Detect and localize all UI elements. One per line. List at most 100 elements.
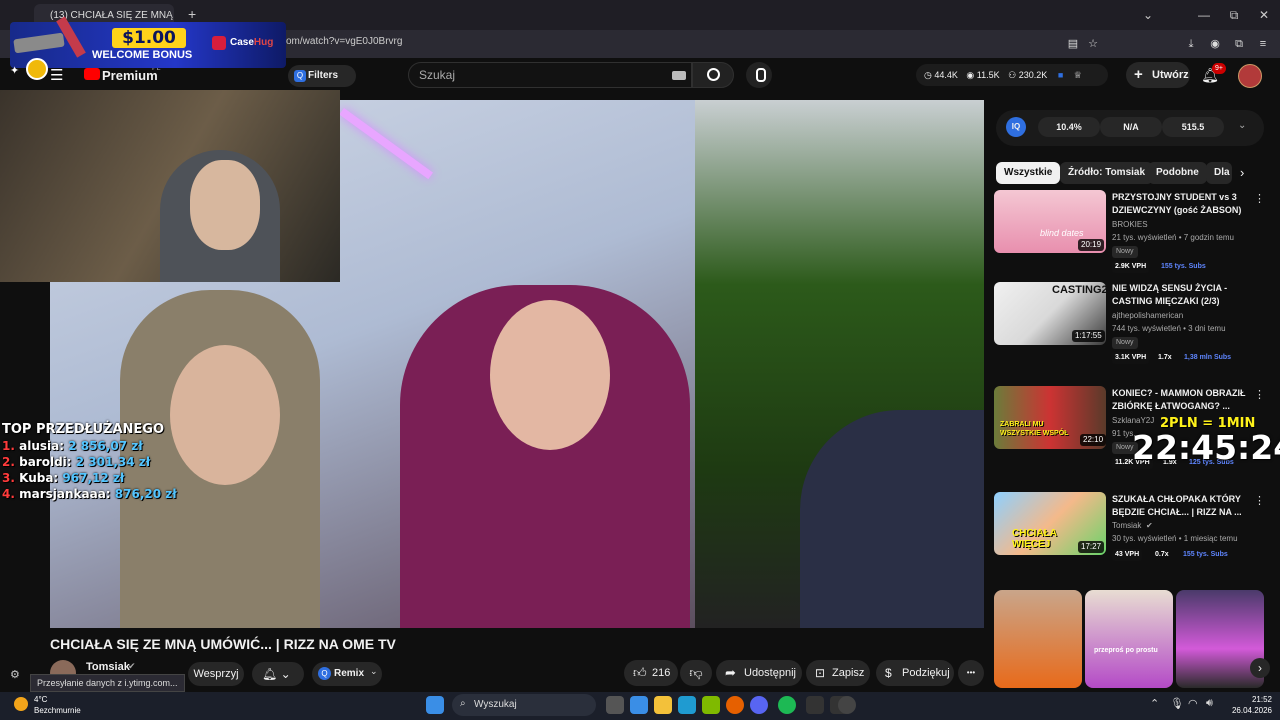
short-thumbnail[interactable] bbox=[1085, 590, 1173, 688]
shorts-next-chevron-icon[interactable]: › bbox=[1250, 658, 1270, 678]
download-icon[interactable]: ⤓ bbox=[1182, 35, 1200, 53]
share-button[interactable]: ➦ Udostępnij bbox=[716, 660, 802, 686]
close-button[interactable]: ✕ bbox=[1250, 4, 1278, 26]
subscription-bell-button[interactable]: 🔔︎ ⌄ bbox=[252, 662, 304, 686]
hamburger-menu-icon[interactable]: ☰ bbox=[50, 66, 63, 84]
like-count: 216 bbox=[652, 667, 671, 679]
taskbar-search[interactable]: Wyszukaj bbox=[452, 694, 596, 716]
task-view-icon[interactable] bbox=[606, 696, 624, 714]
search-icon bbox=[707, 68, 720, 81]
save-button[interactable]: ⊡ Zapisz bbox=[806, 660, 870, 686]
keyboard-icon[interactable] bbox=[672, 71, 686, 80]
firefox-icon[interactable] bbox=[726, 696, 744, 714]
video-channel[interactable]: Tomsiak bbox=[1112, 521, 1141, 530]
clock-icon: ◷ bbox=[924, 70, 932, 80]
windows-start-icon[interactable] bbox=[426, 696, 444, 714]
discord-icon[interactable] bbox=[750, 696, 768, 714]
store-icon[interactable] bbox=[702, 696, 720, 714]
subs-stat: 155 tys. Subs bbox=[1183, 551, 1228, 558]
more-actions-button[interactable]: ••• bbox=[958, 660, 984, 686]
more-options-icon[interactable]: ⋮ bbox=[1254, 494, 1265, 507]
dislike-button[interactable]: 👎︎ bbox=[680, 660, 712, 686]
browser-status-text: Przesyłanie danych z i.ytimg.com... bbox=[30, 674, 185, 692]
reader-icon[interactable]: ▤ bbox=[1064, 35, 1082, 53]
account-icon[interactable]: ◉ bbox=[1206, 35, 1224, 53]
video-title[interactable]: SZUKAŁA CHŁOPAKA KTÓRY BĘDZIE CHCIAŁ... … bbox=[1112, 493, 1248, 519]
search-input[interactable]: Szukaj bbox=[408, 62, 692, 88]
minimize-button[interactable]: — bbox=[1190, 4, 1218, 26]
youtube-logo-icon[interactable] bbox=[84, 68, 100, 80]
menu-icon[interactable]: ≡ bbox=[1254, 35, 1272, 53]
chip-all[interactable]: Wszystkie bbox=[996, 162, 1061, 184]
vph-stat: 43 VPH bbox=[1112, 549, 1143, 561]
share-icon: ➦ bbox=[725, 665, 736, 680]
donor-name: Kuba: bbox=[19, 471, 59, 485]
obs-icon[interactable] bbox=[838, 696, 856, 714]
weather-widget[interactable]: 4°C Bezchmurnie bbox=[34, 694, 81, 716]
wifi-icon[interactable]: ◠ bbox=[1188, 697, 1198, 710]
video-channel[interactable]: SzklanaY2J bbox=[1112, 416, 1154, 425]
video-title[interactable]: NIE WIDZĄ SENSU ŻYCIA - CASTING MIĘCZAKI… bbox=[1112, 282, 1248, 308]
create-button[interactable]: + Utwórz bbox=[1126, 62, 1190, 88]
tab-list-chevron-icon[interactable]: ⌄ bbox=[1134, 4, 1162, 26]
search-button[interactable] bbox=[692, 62, 734, 88]
remix-chevron-icon[interactable]: ⌄ bbox=[370, 666, 378, 677]
new-badge: Nowy bbox=[1112, 246, 1138, 258]
maximize-button[interactable]: ⧉ bbox=[1220, 4, 1248, 26]
chip-similar[interactable]: Podobne bbox=[1148, 162, 1207, 184]
channel-name[interactable]: Tomsiak bbox=[86, 661, 130, 673]
new-tab-button[interactable]: + bbox=[188, 6, 196, 22]
video-meta: 744 tys. wyświetleń • 3 dni temu bbox=[1112, 324, 1226, 333]
chip-source[interactable]: Źródło: Tomsiak bbox=[1060, 162, 1154, 184]
video-channel[interactable]: ajthepolishamerican bbox=[1112, 311, 1183, 320]
bookmark-star-icon[interactable]: ☆ bbox=[1084, 35, 1102, 53]
iq-icon[interactable]: IQ bbox=[1006, 117, 1026, 137]
video-title[interactable]: KONIEC? - MAMMON OBRAZIŁ ZBIÓRKĘ ŁATWOGA… bbox=[1112, 387, 1248, 413]
voice-search-button[interactable] bbox=[746, 62, 772, 88]
ratio-stat: 1.7x bbox=[1158, 354, 1172, 361]
donor-name: alusia: bbox=[19, 439, 65, 453]
epic-games-icon[interactable] bbox=[806, 696, 824, 714]
share-label: Udostępnij bbox=[744, 667, 796, 679]
chips-next-chevron-icon[interactable]: › bbox=[1240, 165, 1244, 180]
donor-amount: 2 856,07 zł bbox=[68, 439, 143, 453]
thanks-button[interactable]: $ Podziękuj bbox=[876, 660, 954, 686]
brand-part-a: Case bbox=[230, 37, 254, 48]
short-thumbnail[interactable] bbox=[994, 590, 1082, 688]
file-explorer-icon[interactable] bbox=[654, 696, 672, 714]
more-options-icon[interactable]: ⋮ bbox=[1254, 388, 1265, 401]
support-button[interactable]: Wesprzyj bbox=[188, 662, 244, 686]
iq-filter-icon: Q bbox=[294, 70, 306, 82]
weather-temp: 4°C bbox=[34, 695, 48, 704]
short-caption: przeproś po prostu bbox=[1094, 647, 1158, 654]
iq-logo-icon: ■ bbox=[1057, 70, 1064, 80]
more-options-icon[interactable]: ⋮ bbox=[1254, 192, 1265, 205]
video-channel[interactable]: BROKIES bbox=[1112, 220, 1148, 229]
volume-icon[interactable]: 🔊︎ bbox=[1206, 697, 1213, 710]
mic-tray-icon[interactable]: 🎙︎ bbox=[1170, 697, 1184, 710]
iq-remix-icon: Q bbox=[318, 667, 331, 680]
like-button[interactable]: 👍︎ 216 bbox=[624, 660, 678, 686]
weather-moon-icon[interactable] bbox=[14, 697, 28, 711]
widgets-icon[interactable] bbox=[630, 696, 648, 714]
vph-stat: 3.1K VPH bbox=[1112, 352, 1150, 364]
youtube-premium-logo[interactable]: Premium bbox=[102, 68, 158, 83]
tray-chevron-icon[interactable]: ⌃ bbox=[1150, 697, 1159, 710]
thumbs-up-icon: 👍︎ bbox=[633, 665, 647, 680]
extensions-icon[interactable]: ⧉ bbox=[1230, 35, 1248, 53]
video-title[interactable]: PRZYSTOJNY STUDENT vs 3 DZIEWCZYNY (gość… bbox=[1112, 191, 1248, 217]
verified-check-icon: ✔ bbox=[1146, 521, 1153, 530]
video-duration: 17:27 bbox=[1078, 541, 1105, 553]
iq-value-3: 515.5 bbox=[1162, 117, 1224, 137]
iq-expand-chevron-icon[interactable]: ⌄ bbox=[1238, 120, 1246, 131]
donor-name: marsjankaaa: bbox=[19, 487, 111, 501]
chip-for-you[interactable]: Dla bbox=[1206, 162, 1232, 184]
donor-row: 4. marsjankaaa: 876,20 zł bbox=[2, 486, 177, 502]
url-text[interactable]: om/watch?v=vgE0J0Brvrg bbox=[286, 36, 402, 47]
settings-gear-icon[interactable]: ⚙ bbox=[10, 668, 20, 681]
taskbar-clock[interactable]: 21:52 26.04.2026 bbox=[1226, 694, 1272, 716]
user-avatar[interactable] bbox=[1238, 64, 1262, 88]
spotify-icon[interactable] bbox=[778, 696, 796, 714]
donor-rank: 1. bbox=[2, 439, 15, 453]
edge-icon[interactable] bbox=[678, 696, 696, 714]
